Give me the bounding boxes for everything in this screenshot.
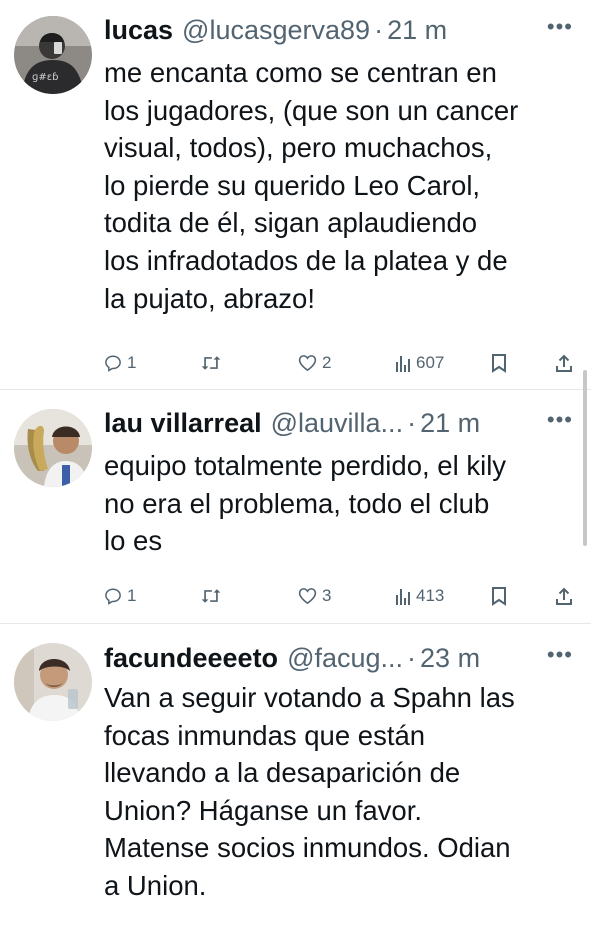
reply-icon [105, 588, 121, 605]
author-handle[interactable]: @facug... [287, 643, 403, 674]
views-count: 607 [416, 353, 445, 372]
author-name[interactable]: facundeeeeto [104, 643, 278, 674]
more-dots-icon[interactable]: ••• [547, 14, 573, 40]
separator-dot: · [374, 14, 384, 45]
bookmark-icon [492, 353, 506, 373]
tweet-1[interactable]: ɡ#ɛɓ lucas @lucasgerva89 · 21 m ••• me e… [0, 0, 591, 389]
share-icon [556, 587, 572, 605]
author-name[interactable]: lau villarreal [104, 408, 262, 439]
views-button[interactable]: 607 [395, 348, 444, 378]
timestamp[interactable]: 21 m [387, 15, 447, 46]
bookmark-button[interactable] [491, 581, 507, 611]
share-button[interactable] [555, 581, 573, 611]
views-button[interactable]: 413 [395, 581, 444, 611]
retweet-icon [201, 356, 221, 370]
like-button[interactable]: 2 [298, 348, 331, 378]
tweet-text: Van a seguir votando a Spahn las focas i… [104, 682, 515, 901]
tweet-3[interactable]: facundeeeeto @facug... · 23 m ••• Van a … [0, 624, 591, 945]
views-count: 413 [416, 586, 445, 605]
action-bar: 1 3 413 [104, 581, 574, 611]
separator-dot: · [407, 642, 417, 673]
tweet-text: equipo totalmente perdido, el kily no er… [104, 450, 507, 557]
action-bar: 1 2 607 [104, 348, 574, 378]
tweet-header: lucas @lucasgerva89 · 21 m [104, 13, 577, 47]
tweet-header: lau villarreal @lauvilla... · 21 m [104, 406, 577, 440]
reply-count: 1 [127, 586, 137, 605]
like-count: 3 [322, 586, 332, 605]
tweet-header: facundeeeeto @facug... · 23 m [104, 641, 577, 675]
timestamp[interactable]: 23 m [420, 643, 480, 674]
tweet-text: me encanta como se centran en los jugado… [104, 57, 519, 314]
author-handle[interactable]: @lauvilla... [271, 408, 403, 439]
views-chart-icon [396, 356, 410, 372]
timestamp[interactable]: 21 m [420, 408, 480, 439]
tweet-2[interactable]: lau villarreal @lauvilla... · 21 m ••• e… [0, 390, 591, 623]
scrollbar[interactable] [583, 370, 587, 546]
reply-button[interactable]: 1 [104, 348, 136, 378]
bookmark-button[interactable] [491, 348, 507, 378]
bookmark-icon [492, 586, 506, 606]
separator-dot: · [407, 407, 417, 438]
reply-icon [105, 355, 121, 372]
more-dots-icon[interactable]: ••• [547, 642, 573, 668]
reply-count: 1 [127, 353, 137, 372]
retweet-icon [201, 589, 221, 603]
heart-icon [298, 588, 317, 605]
heart-icon [298, 355, 317, 372]
retweet-button[interactable] [200, 348, 222, 378]
svg-text:ɡ#ɛɓ: ɡ#ɛɓ [32, 72, 58, 83]
author-name[interactable]: lucas [104, 15, 173, 46]
reply-button[interactable]: 1 [104, 581, 136, 611]
more-dots-icon[interactable]: ••• [547, 407, 573, 433]
views-chart-icon [396, 589, 410, 605]
like-count: 2 [322, 353, 332, 372]
avatar[interactable] [14, 643, 92, 721]
share-icon [556, 354, 572, 372]
share-button[interactable] [555, 348, 573, 378]
avatar[interactable]: ɡ#ɛɓ [14, 16, 92, 94]
like-button[interactable]: 3 [298, 581, 331, 611]
retweet-button[interactable] [200, 581, 222, 611]
author-handle[interactable]: @lucasgerva89 [182, 15, 370, 46]
avatar[interactable] [14, 409, 92, 487]
